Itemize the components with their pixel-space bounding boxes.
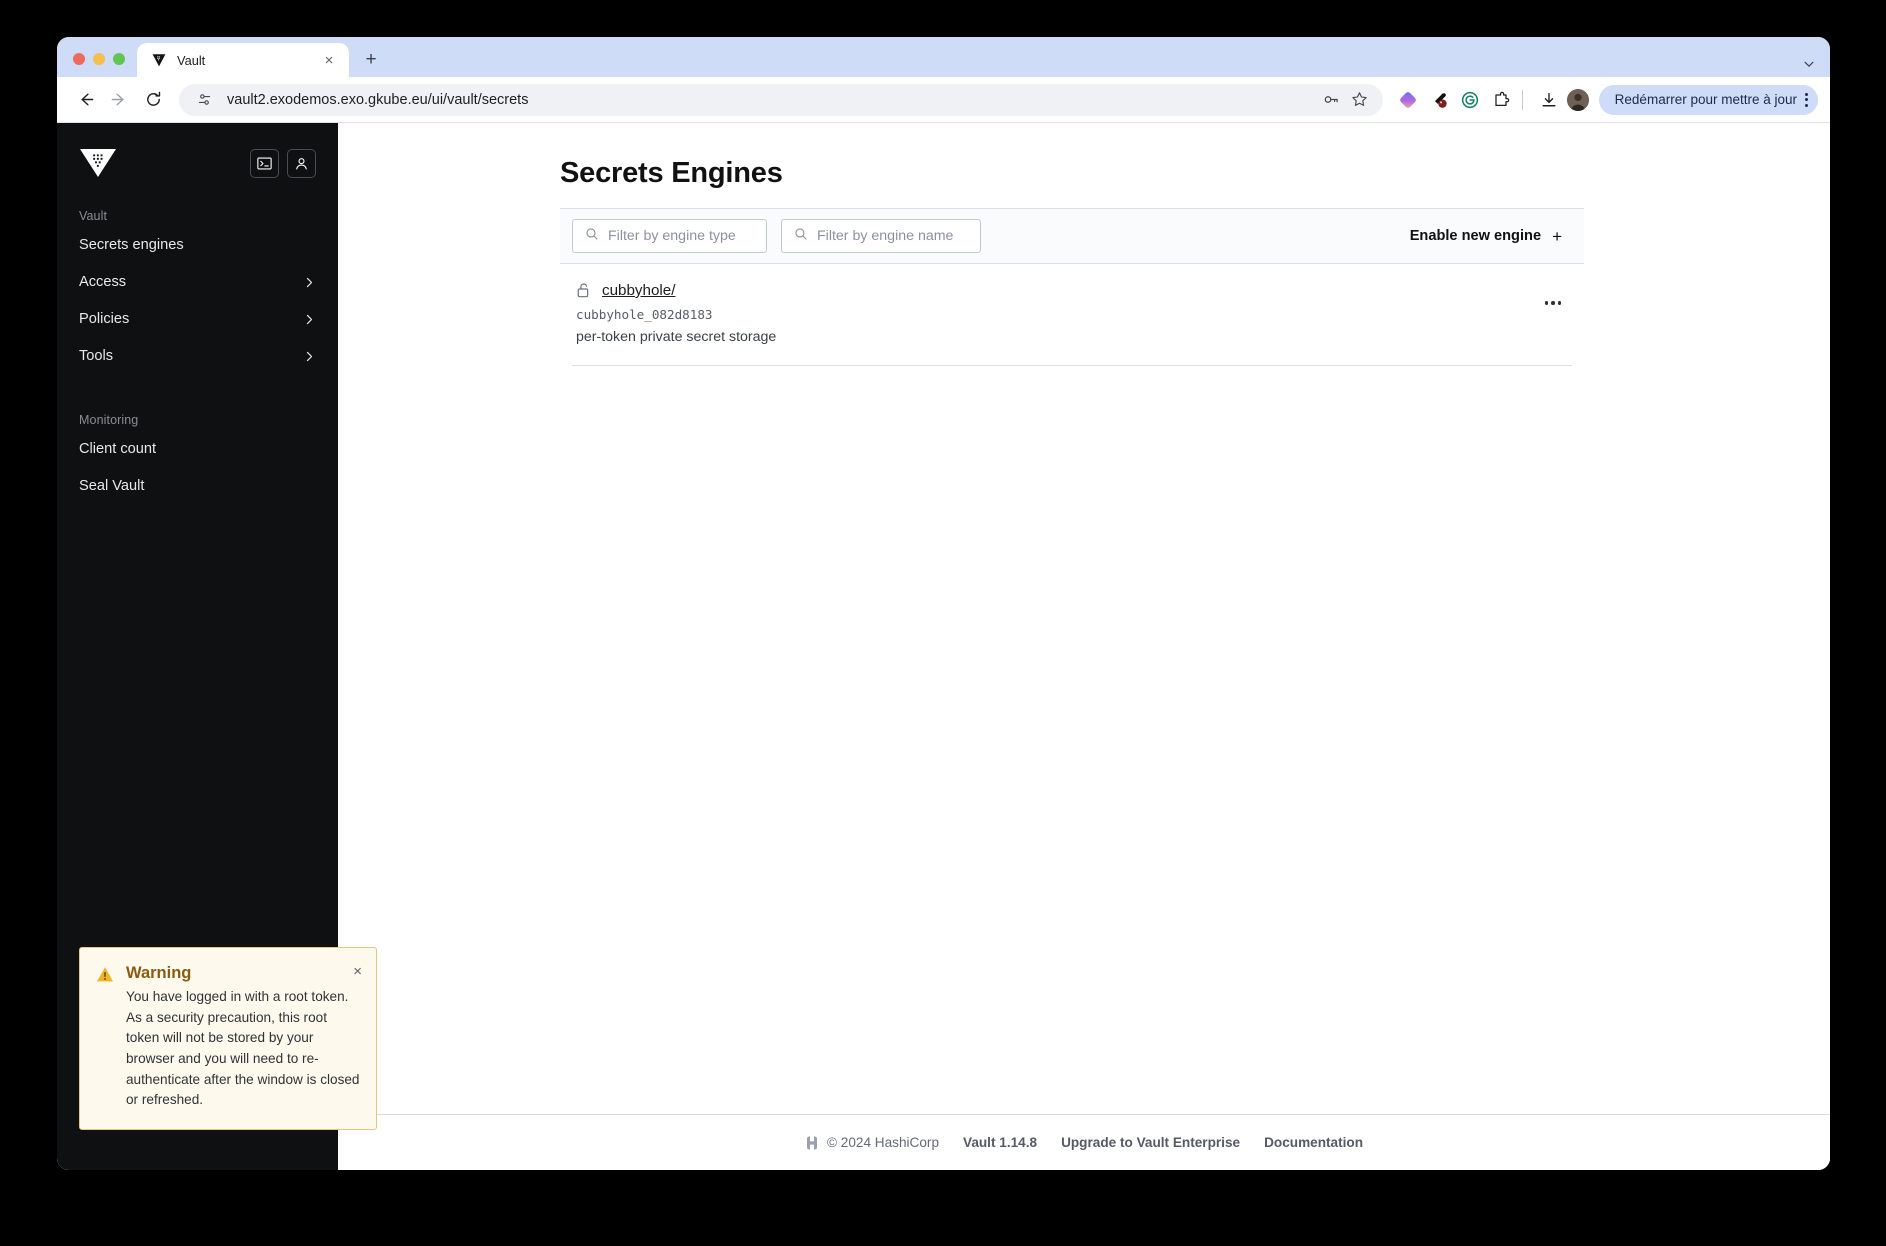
new-tab-button[interactable]: + — [357, 45, 385, 73]
main-scroll-region: Secrets Engines Filter by engine type Fi… — [338, 123, 1830, 1114]
back-arrow-icon[interactable] — [69, 84, 101, 116]
filter-engine-name-placeholder: Filter by engine name — [817, 228, 954, 244]
chevron-right-icon — [303, 313, 316, 326]
search-icon — [794, 227, 808, 246]
grammarly-icon[interactable] — [1459, 89, 1481, 111]
password-key-icon[interactable] — [1321, 89, 1343, 111]
chevron-right-icon — [303, 350, 316, 363]
close-window-button[interactable] — [73, 53, 85, 65]
footer-version: Vault 1.14.8 — [963, 1135, 1038, 1150]
secrets-engine-title-line: cubbyhole/ — [576, 282, 1538, 299]
sidebar-item-label: Client count — [79, 440, 157, 457]
warning-toast: Warning × You have logged in with a root… — [79, 947, 377, 1130]
sidebar-item-client-count[interactable]: Client count — [57, 431, 338, 468]
profile-avatar[interactable] — [1566, 88, 1589, 111]
browser-window: Vault × + vault2.exodemos.exo.gkube.eu/u… — [57, 37, 1830, 1170]
chevron-down-icon[interactable] — [1802, 57, 1816, 71]
warning-toast-header: Warning × — [126, 964, 362, 983]
page-title: Secrets Engines — [560, 157, 783, 189]
update-browser-label: Redémarrer pour mettre à jour — [1614, 92, 1797, 107]
search-icon — [585, 227, 599, 246]
enable-new-engine-label: Enable new engine — [1409, 228, 1542, 244]
main-content-area: Secrets Engines Filter by engine type Fi… — [338, 123, 1830, 1170]
toolbar-divider — [1521, 89, 1523, 110]
sidebar-section-label-vault: Vault — [79, 209, 108, 223]
secrets-engine-list: cubbyhole/ cubbyhole_082d8183 per-token … — [560, 264, 1584, 366]
browser-tab-vault[interactable]: Vault × — [137, 43, 349, 77]
window-traffic-lights — [57, 53, 137, 77]
secrets-engine-id: cubbyhole_082d8183 — [576, 307, 713, 322]
warning-toast-message: You have logged in with a root token. As… — [126, 989, 360, 1108]
warning-toast-body: Warning × You have logged in with a root… — [126, 964, 362, 1111]
extension-gradient-icon[interactable] — [1397, 89, 1419, 111]
engine-filter-toolbar: Filter by engine type Filter by engine n… — [560, 208, 1584, 264]
maximize-window-button[interactable] — [113, 53, 125, 65]
sidebar-header-actions — [250, 148, 316, 178]
sidebar-item-tools[interactable]: Tools — [57, 338, 338, 375]
download-icon[interactable] — [1533, 84, 1565, 116]
reload-icon[interactable] — [137, 84, 169, 116]
footer-copyright-group: © 2024 HashiCorp — [805, 1135, 939, 1151]
close-icon[interactable]: × — [345, 964, 362, 979]
tab-strip: Vault × + — [57, 37, 1830, 77]
sidebar-item-label: Tools — [79, 347, 114, 364]
sidebar-item-label: Secrets engines — [79, 237, 184, 253]
secrets-engine-row[interactable]: cubbyhole/ cubbyhole_082d8183 per-token … — [572, 264, 1572, 366]
browser-tab-title: Vault — [177, 52, 206, 68]
sidebar-section-label-monitoring: Monitoring — [79, 412, 139, 427]
close-icon[interactable]: × — [319, 50, 339, 70]
vault-logo-icon — [151, 52, 167, 68]
extension-colorpick-icon[interactable] — [1428, 89, 1450, 111]
extension-icons — [1393, 89, 1512, 111]
secrets-engine-link[interactable]: cubbyhole/ — [602, 282, 675, 299]
chevron-right-icon — [303, 276, 316, 289]
update-browser-button[interactable]: Redémarrer pour mettre à jour — [1598, 84, 1818, 115]
footer-upgrade-link[interactable]: Upgrade to Vault Enterprise — [1061, 1135, 1240, 1150]
sidebar-header — [57, 123, 338, 185]
bookmark-star-icon[interactable] — [1349, 89, 1371, 111]
browser-toolbar: vault2.exodemos.exo.gkube.eu/ui/vault/se… — [57, 77, 1830, 123]
sidebar-item-policies[interactable]: Policies — [57, 301, 338, 338]
sidebar-item-label: Policies — [79, 310, 130, 327]
terminal-icon[interactable] — [250, 148, 279, 178]
forward-arrow-icon[interactable] — [103, 84, 135, 116]
filter-engine-type-input[interactable]: Filter by engine type — [572, 219, 767, 253]
vault-logo-icon[interactable] — [79, 148, 117, 178]
site-settings-icon[interactable] — [193, 89, 215, 111]
secrets-engine-options-menu[interactable] — [1538, 288, 1568, 318]
kebab-menu-icon[interactable] — [1805, 92, 1808, 107]
sidebar-item-label: Access — [79, 273, 127, 290]
omnibox-url-text: vault2.exodemos.exo.gkube.eu/ui/vault/se… — [227, 91, 529, 108]
extensions-puzzle-icon[interactable] — [1490, 89, 1512, 111]
sidebar-item-secrets-engines[interactable]: Secrets engines — [57, 227, 338, 264]
vault-footer: © 2024 HashiCorp Vault 1.14.8 Upgrade to… — [338, 1114, 1830, 1170]
footer-copyright: © 2024 HashiCorp — [826, 1135, 939, 1150]
warning-triangle-icon — [96, 966, 114, 983]
unlock-icon — [576, 282, 591, 299]
sidebar-item-access[interactable]: Access — [57, 264, 338, 301]
warning-toast-title: Warning — [126, 964, 192, 983]
user-icon[interactable] — [287, 148, 316, 178]
content-wrapper: Secrets Engines Filter by engine type Fi… — [560, 157, 1584, 366]
secrets-engine-description: per-token private secret storage — [576, 329, 777, 345]
minimize-window-button[interactable] — [93, 53, 105, 65]
enable-new-engine-button[interactable]: Enable new engine + — [1410, 228, 1570, 245]
omnibox-actions — [1321, 89, 1371, 111]
filter-engine-name-input[interactable]: Filter by engine name — [781, 219, 981, 253]
filter-engine-type-placeholder: Filter by engine type — [608, 228, 736, 244]
sidebar-item-seal-vault[interactable]: Seal Vault — [57, 468, 338, 505]
footer-documentation-link[interactable]: Documentation — [1264, 1135, 1363, 1150]
secrets-engine-info: cubbyhole/ cubbyhole_082d8183 per-token … — [576, 282, 1538, 345]
hashicorp-icon — [805, 1135, 819, 1151]
omnibox[interactable]: vault2.exodemos.exo.gkube.eu/ui/vault/se… — [179, 83, 1383, 116]
sidebar-item-label: Seal Vault — [79, 477, 145, 494]
plus-icon: + — [1552, 226, 1562, 246]
